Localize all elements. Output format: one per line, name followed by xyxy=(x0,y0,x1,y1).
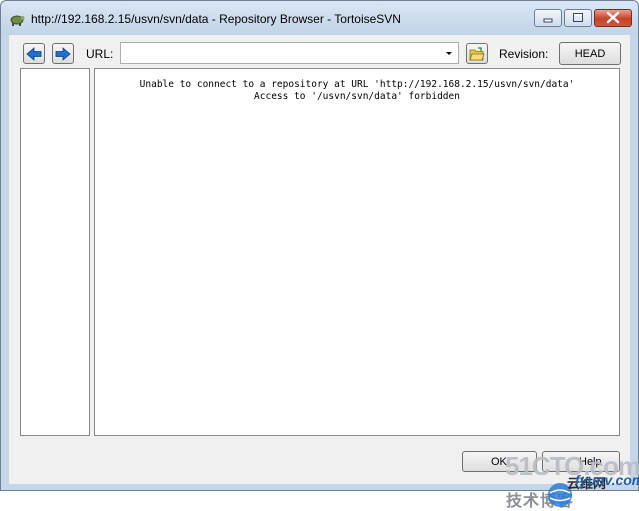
revision-head-button[interactable]: HEAD xyxy=(559,42,621,65)
arrow-right-icon xyxy=(55,47,71,61)
minimize-button[interactable] xyxy=(534,9,562,27)
arrow-left-icon xyxy=(26,47,42,61)
url-label: URL: xyxy=(86,47,114,61)
title-bar[interactable]: http://192.168.2.15/usvn/svn/data - Repo… xyxy=(1,1,638,35)
watermark-brand: fyunv.com xyxy=(575,472,639,488)
window-title: http://192.168.2.15/usvn/svn/data - Repo… xyxy=(31,12,401,26)
close-icon xyxy=(606,11,620,24)
error-message-line2: Access to '/usvn/svn/data' forbidden xyxy=(254,91,460,102)
revision-label: Revision: xyxy=(499,47,549,61)
repository-tree-pane[interactable] xyxy=(20,68,90,436)
repository-file-list[interactable]: Unable to connect to a repository at URL… xyxy=(94,68,620,436)
minimize-icon xyxy=(543,18,553,23)
url-input[interactable] xyxy=(123,45,433,61)
url-combobox[interactable] xyxy=(120,42,459,64)
tortoise-app-icon xyxy=(10,15,25,26)
back-button[interactable] xyxy=(23,43,45,64)
folder-open-icon xyxy=(469,47,485,61)
maximize-icon xyxy=(573,13,583,22)
close-button[interactable] xyxy=(594,9,632,27)
repository-browser-window: http://192.168.2.15/usvn/svn/data - Repo… xyxy=(0,0,639,510)
chevron-down-icon[interactable] xyxy=(441,44,457,62)
forward-button[interactable] xyxy=(52,43,74,64)
client-area: URL: Revision: HEAD Unable to connect to… xyxy=(9,35,639,510)
maximize-button[interactable] xyxy=(564,9,592,27)
error-message-line1: Unable to connect to a repository at URL… xyxy=(139,79,575,90)
browse-folder-button[interactable] xyxy=(466,43,488,64)
